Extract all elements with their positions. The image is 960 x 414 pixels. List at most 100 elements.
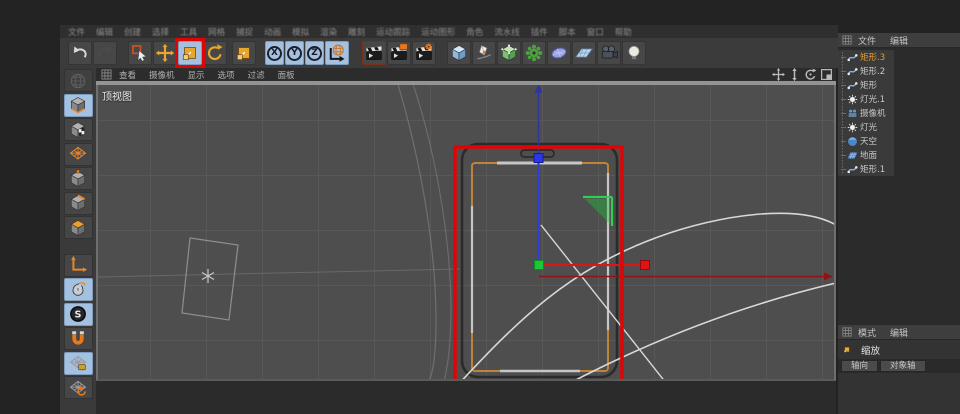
object-row-灯光[interactable]: 灯光 bbox=[838, 120, 960, 134]
object-row-矩形[interactable]: 矩形 bbox=[838, 78, 960, 92]
subdivision-surface-button[interactable] bbox=[497, 41, 521, 65]
make-editable-button[interactable] bbox=[63, 69, 93, 92]
menu-item-1[interactable]: 编辑 bbox=[96, 26, 113, 38]
object-row-地面[interactable]: 地面 bbox=[838, 148, 960, 162]
spline-object-icon[interactable] bbox=[847, 66, 858, 77]
menu-item-6[interactable]: 捕捉 bbox=[236, 26, 253, 38]
viewport-menu-3[interactable]: 选项 bbox=[218, 69, 235, 81]
gizmo-x-handle[interactable] bbox=[640, 260, 650, 270]
object-manager-menu-0[interactable]: 文件 bbox=[858, 34, 876, 47]
menu-item-18[interactable]: 帮助 bbox=[615, 26, 632, 38]
menu-item-4[interactable]: 工具 bbox=[180, 26, 197, 38]
viewport-solo-button[interactable] bbox=[63, 278, 93, 301]
menu-item-3[interactable]: 选择 bbox=[152, 26, 169, 38]
viewport-menu-5[interactable]: 面板 bbox=[278, 69, 295, 81]
menu-item-7[interactable]: 动画 bbox=[264, 26, 281, 38]
menu-item-2[interactable]: 创建 bbox=[124, 26, 141, 38]
object-label[interactable]: 矩形 bbox=[860, 79, 877, 91]
object-row-天空[interactable]: 天空 bbox=[838, 134, 960, 148]
model-mode-button[interactable] bbox=[63, 93, 93, 117]
object-label[interactable]: 摄像机 bbox=[860, 107, 886, 119]
dolly-icon[interactable] bbox=[788, 68, 801, 81]
rotate-button[interactable] bbox=[203, 41, 227, 65]
object-label[interactable]: 天空 bbox=[860, 135, 877, 147]
attribute-manager-menu-1[interactable]: 编辑 bbox=[890, 326, 908, 339]
light-button[interactable] bbox=[622, 41, 646, 65]
object-manager-grid-icon[interactable] bbox=[842, 35, 852, 45]
object-label[interactable]: 矩形.3 bbox=[860, 51, 885, 63]
attribute-manager-menu-0[interactable]: 模式 bbox=[858, 326, 876, 339]
pan-icon[interactable] bbox=[772, 68, 785, 81]
object-label[interactable]: 灯光.1 bbox=[860, 93, 885, 105]
viewport-canvas[interactable]: 顶视图 bbox=[96, 85, 836, 381]
menu-item-13[interactable]: 角色 bbox=[466, 26, 483, 38]
camera-object-icon[interactable] bbox=[847, 108, 858, 119]
object-label[interactable]: 矩形.2 bbox=[860, 65, 885, 77]
menu-item-0[interactable]: 文件 bbox=[68, 26, 85, 38]
texture-mode-button[interactable] bbox=[63, 118, 93, 141]
workplane-mode-button[interactable] bbox=[63, 142, 93, 166]
floor-object-icon[interactable] bbox=[847, 150, 858, 161]
menu-item-11[interactable]: 运动跟踪 bbox=[376, 26, 410, 38]
lock-x-axis-button[interactable]: X bbox=[265, 41, 284, 65]
light-object-icon[interactable] bbox=[847, 94, 858, 105]
menu-item-16[interactable]: 脚本 bbox=[559, 26, 576, 38]
viewport-menu-1[interactable]: 摄像机 bbox=[149, 69, 175, 81]
object-row-矩形.2[interactable]: 矩形.2 bbox=[838, 64, 960, 78]
rotate-view-icon[interactable] bbox=[804, 68, 817, 81]
snap-button[interactable]: S bbox=[63, 302, 93, 326]
render-to-picture-viewer-button[interactable] bbox=[387, 41, 411, 65]
gizmo-center-handle[interactable] bbox=[534, 260, 544, 270]
viewport-panel-grid-icon[interactable] bbox=[101, 69, 112, 80]
scale-button[interactable] bbox=[175, 38, 205, 68]
deformer-button[interactable] bbox=[547, 41, 571, 65]
attribute-tab-0[interactable]: 轴向 bbox=[841, 360, 879, 372]
viewport-menu-4[interactable]: 过滤 bbox=[248, 69, 265, 81]
viewport-menu-0[interactable]: 查看 bbox=[119, 69, 136, 81]
object-row-灯光.1[interactable]: 灯光.1 bbox=[838, 92, 960, 106]
polygons-mode-button[interactable] bbox=[63, 216, 93, 239]
lock-y-axis-button[interactable]: Y bbox=[285, 41, 304, 65]
object-label[interactable]: 地面 bbox=[860, 149, 877, 161]
lock-z-axis-button[interactable]: Z bbox=[305, 41, 324, 65]
points-mode-button[interactable] bbox=[63, 167, 93, 190]
attribute-tab-1[interactable]: 对象轴 bbox=[880, 360, 926, 372]
sky-object-icon[interactable] bbox=[847, 136, 858, 147]
object-manager-menu-1[interactable]: 编辑 bbox=[890, 34, 908, 47]
attribute-manager-grid-icon[interactable] bbox=[842, 327, 852, 337]
menu-item-14[interactable]: 流水线 bbox=[494, 26, 520, 38]
gizmo-y-handle[interactable] bbox=[533, 153, 544, 163]
add-cube-button[interactable] bbox=[447, 41, 471, 65]
workplane-button[interactable] bbox=[63, 376, 93, 399]
menu-item-8[interactable]: 模拟 bbox=[292, 26, 309, 38]
live-selection-button[interactable] bbox=[128, 41, 152, 65]
object-label[interactable]: 灯光 bbox=[860, 121, 877, 133]
enable-axis-button[interactable] bbox=[63, 253, 93, 277]
coordinate-system-button[interactable] bbox=[325, 41, 349, 65]
menu-item-12[interactable]: 运动图形 bbox=[421, 26, 455, 38]
redo-button[interactable] bbox=[93, 41, 117, 65]
spline-object-icon[interactable] bbox=[847, 164, 858, 175]
render-settings-button[interactable] bbox=[412, 41, 436, 65]
move-button[interactable] bbox=[153, 41, 177, 65]
gizmo-plane-handle[interactable] bbox=[583, 195, 614, 226]
menu-item-5[interactable]: 网格 bbox=[208, 26, 225, 38]
object-row-矩形.1[interactable]: 矩形.1 bbox=[838, 162, 960, 176]
lock-workplane-button[interactable] bbox=[63, 351, 93, 375]
toggle-view-icon[interactable] bbox=[820, 68, 833, 81]
undo-button[interactable] bbox=[68, 41, 92, 65]
spline-object-icon[interactable] bbox=[847, 52, 858, 63]
spline-pen-button[interactable] bbox=[472, 41, 496, 65]
modeling-tools-button[interactable] bbox=[522, 41, 546, 65]
last-used-tool-button[interactable] bbox=[232, 41, 256, 65]
light-object-icon[interactable] bbox=[847, 122, 858, 133]
render-view-button[interactable] bbox=[362, 41, 386, 65]
spline-object-icon[interactable] bbox=[847, 80, 858, 91]
floor-button[interactable] bbox=[572, 41, 596, 65]
edges-mode-button[interactable] bbox=[63, 191, 93, 215]
menu-item-15[interactable]: 插件 bbox=[531, 26, 548, 38]
viewport-menu-2[interactable]: 显示 bbox=[188, 69, 205, 81]
object-label[interactable]: 矩形.1 bbox=[860, 163, 885, 175]
menu-item-10[interactable]: 雕刻 bbox=[348, 26, 365, 38]
object-row-矩形.3[interactable]: 矩形.3 bbox=[838, 50, 960, 64]
